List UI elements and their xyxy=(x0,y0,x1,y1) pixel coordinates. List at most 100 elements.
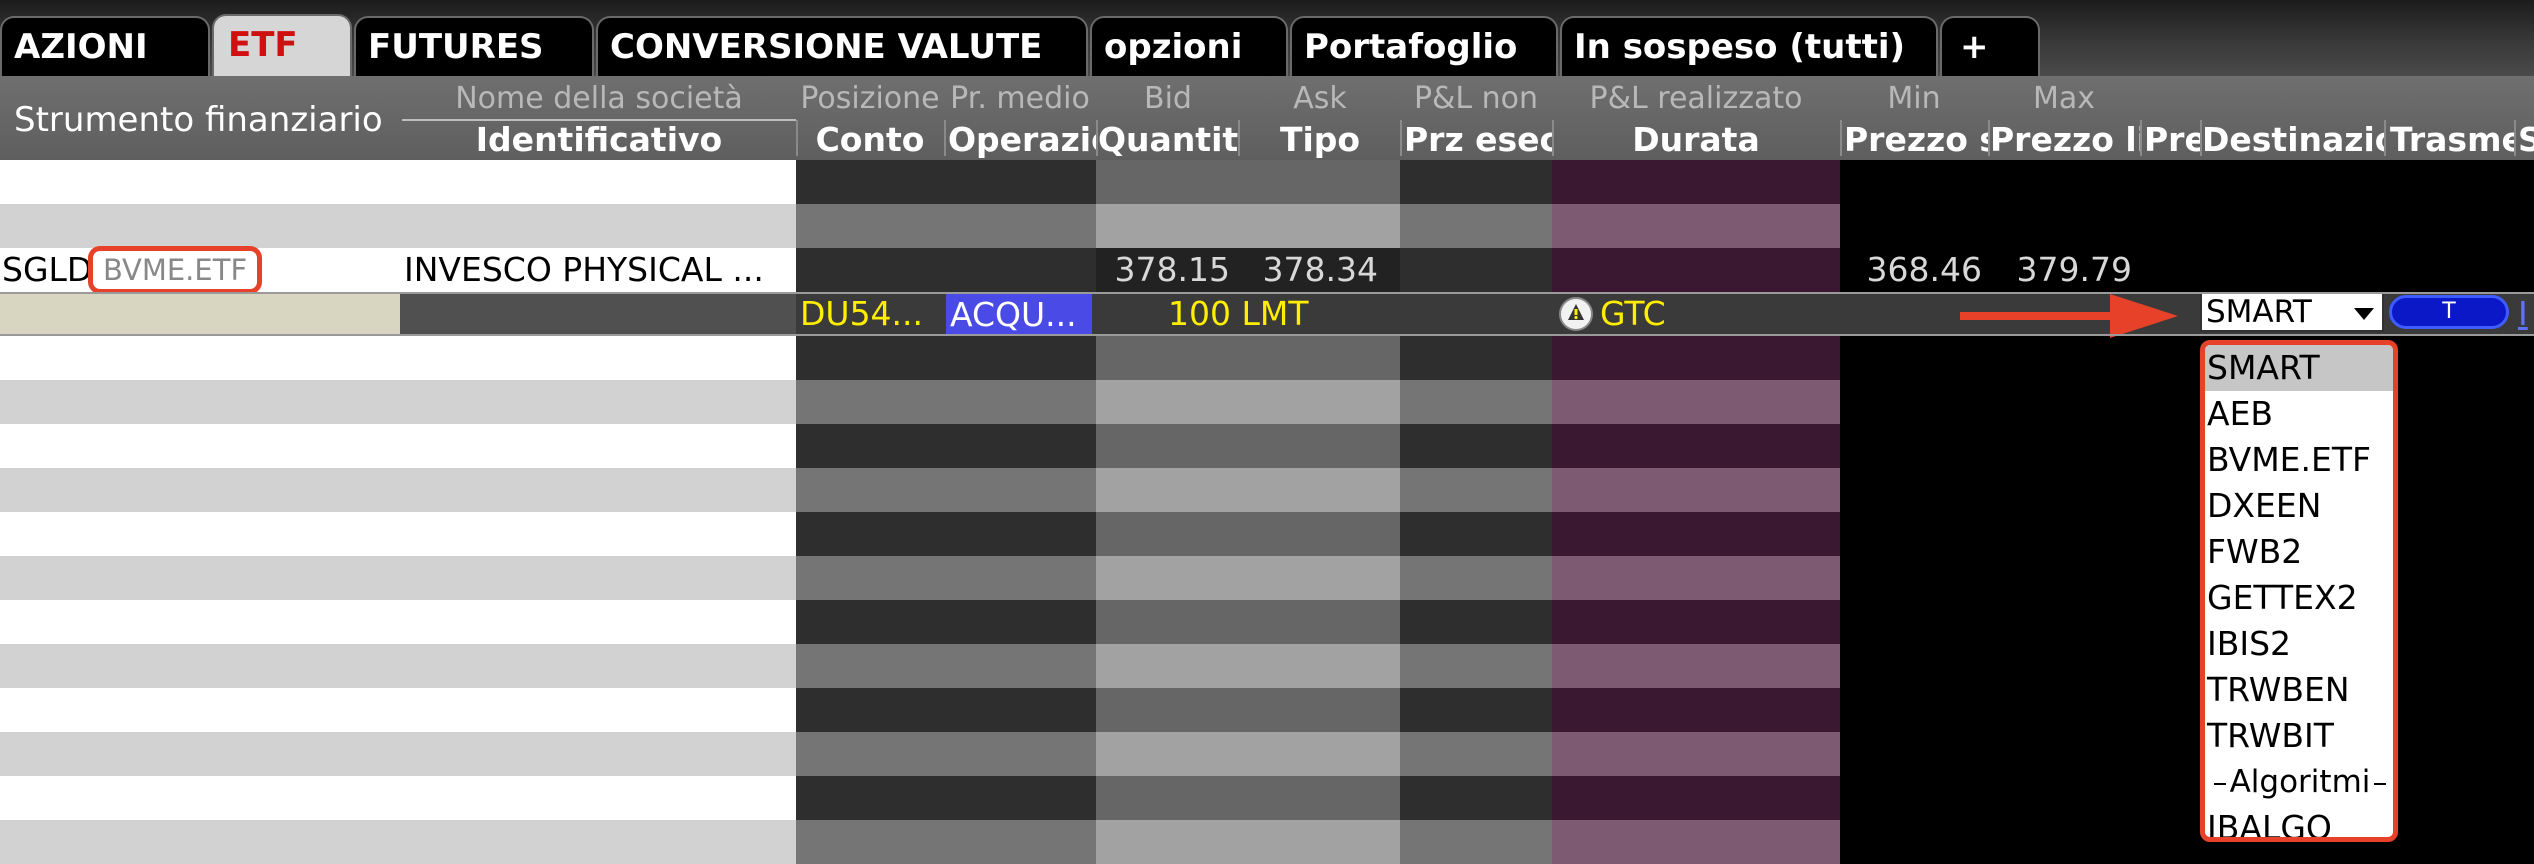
grid-cell[interactable] xyxy=(0,776,400,820)
table-row[interactable] xyxy=(0,424,2534,468)
grid-cell[interactable] xyxy=(1400,160,1552,204)
grid-cell[interactable] xyxy=(400,160,796,204)
grid-cell[interactable] xyxy=(1840,336,2534,380)
grid-cell[interactable] xyxy=(1096,424,1400,468)
table-row[interactable] xyxy=(0,336,2534,380)
grid-cell[interactable] xyxy=(1552,424,1840,468)
ask-value[interactable]: 378.34 xyxy=(1240,248,1380,292)
grid-cell[interactable] xyxy=(400,336,796,380)
header-s[interactable]: S xyxy=(2514,120,2534,160)
grid-cell[interactable] xyxy=(400,732,796,776)
dropdown-option-trwben[interactable]: TRWBEN xyxy=(2205,667,2393,713)
tab-portafoglio[interactable]: Portafoglio xyxy=(1290,16,1558,76)
grid-cell[interactable] xyxy=(1840,556,2534,600)
grid-cell[interactable] xyxy=(796,512,1096,556)
grid-cell[interactable] xyxy=(796,732,1096,776)
grid-cell[interactable] xyxy=(1400,512,1552,556)
header-unrealized-pnl[interactable]: P&L non xyxy=(1400,78,1552,120)
dropdown-option-dxeen[interactable]: DXEEN xyxy=(2205,483,2393,529)
grid-cell[interactable] xyxy=(400,204,796,248)
grid-cell[interactable] xyxy=(1552,600,1840,644)
header-ask[interactable]: Ask xyxy=(1240,78,1400,120)
grid-cell[interactable] xyxy=(0,644,400,688)
grid-cell[interactable] xyxy=(0,468,400,512)
dropdown-option-bvme-etf[interactable]: BVME.ETF xyxy=(2205,437,2393,483)
grid-cell[interactable] xyxy=(1840,820,2534,864)
table-row[interactable] xyxy=(0,732,2534,776)
grid-cell[interactable] xyxy=(1400,776,1552,820)
grid-cell[interactable] xyxy=(1552,512,1840,556)
grid-cell[interactable] xyxy=(796,424,1096,468)
header-realized-pnl[interactable]: P&L realizzato xyxy=(1552,78,1840,120)
header-stop-price[interactable]: Prezzo stop xyxy=(1840,120,1988,160)
grid-cell[interactable] xyxy=(0,204,400,248)
grid-cell[interactable] xyxy=(0,336,400,380)
grid-cell[interactable] xyxy=(1840,600,2534,644)
grid-cell[interactable] xyxy=(1400,688,1552,732)
header-min[interactable]: Min xyxy=(1840,78,1988,120)
grid-cell[interactable] xyxy=(1400,380,1552,424)
table-row[interactable] xyxy=(0,468,2534,512)
grid-cell[interactable] xyxy=(1096,512,1400,556)
table-row[interactable] xyxy=(0,160,2534,204)
table-row[interactable] xyxy=(0,688,2534,732)
chevron-down-icon[interactable] xyxy=(2354,308,2374,320)
grid-cell[interactable] xyxy=(400,820,796,864)
grid-cell[interactable] xyxy=(0,160,400,204)
grid-cell[interactable] xyxy=(1840,688,2534,732)
tab-futures[interactable]: FUTURES xyxy=(354,16,594,76)
grid-cell[interactable] xyxy=(1096,600,1400,644)
trailing-link[interactable]: I xyxy=(2518,292,2534,336)
header-company-name[interactable]: Nome della società xyxy=(402,78,796,120)
grid-cell[interactable] xyxy=(0,556,400,600)
grid-cell[interactable] xyxy=(1096,380,1400,424)
grid-cell[interactable] xyxy=(0,820,400,864)
grid-cell[interactable] xyxy=(1840,776,2534,820)
header-position[interactable]: Posizione xyxy=(796,78,944,120)
grid-cell[interactable] xyxy=(796,776,1096,820)
table-row[interactable] xyxy=(0,820,2534,864)
grid-cell[interactable] xyxy=(1840,204,2534,248)
grid-cell[interactable] xyxy=(1096,336,1400,380)
grid-cell[interactable] xyxy=(1096,204,1400,248)
grid-cell[interactable] xyxy=(400,380,796,424)
grid-cell[interactable] xyxy=(400,776,796,820)
dropdown-option-ibalgo[interactable]: IBALGO xyxy=(2205,805,2393,837)
exchange-tag[interactable]: BVME.ETF xyxy=(88,246,262,294)
header-account[interactable]: Conto xyxy=(796,120,944,160)
grid-cell[interactable] xyxy=(0,600,400,644)
grid-cell[interactable] xyxy=(400,644,796,688)
header-instrument[interactable]: Strumento finanziario xyxy=(0,96,400,144)
grid-cell[interactable] xyxy=(0,380,400,424)
grid-cell[interactable] xyxy=(796,468,1096,512)
grid-cell[interactable] xyxy=(1552,556,1840,600)
header-type[interactable]: Tipo xyxy=(1240,120,1400,160)
grid-cell[interactable] xyxy=(796,556,1096,600)
dropdown-option-fwb2[interactable]: FWB2 xyxy=(2205,529,2393,575)
destination-select[interactable]: SMART xyxy=(2200,292,2384,332)
grid-cell[interactable] xyxy=(1400,248,1552,292)
grid-cell[interactable] xyxy=(1552,204,1840,248)
grid-cell[interactable] xyxy=(1400,204,1552,248)
destination-dropdown[interactable]: SMART AEB BVME.ETF DXEEN FWB2 GETTEX2 IB… xyxy=(2200,340,2398,842)
header-prec[interactable]: Prec xyxy=(2140,120,2200,160)
grid-cell[interactable] xyxy=(1400,600,1552,644)
header-transmit[interactable]: Trasmetti xyxy=(2384,120,2514,160)
grid-cell[interactable] xyxy=(400,424,796,468)
order-duration[interactable]: GTC xyxy=(1600,292,1800,336)
tab-in-sospeso[interactable]: In sospeso (tutti) xyxy=(1560,16,1938,76)
table-row[interactable] xyxy=(0,512,2534,556)
grid-cell[interactable] xyxy=(1096,644,1400,688)
tab-opzioni[interactable]: opzioni xyxy=(1090,16,1288,76)
grid-cell[interactable] xyxy=(1552,644,1840,688)
grid-cell[interactable] xyxy=(1840,380,2534,424)
grid-cell[interactable] xyxy=(796,380,1096,424)
grid-cell[interactable] xyxy=(1096,468,1400,512)
dropdown-option-ibis2[interactable]: IBIS2 xyxy=(2205,621,2393,667)
tab-add[interactable]: + xyxy=(1940,16,2040,76)
grid-cell[interactable] xyxy=(1840,732,2534,776)
order-account[interactable]: DU54... xyxy=(800,292,944,336)
warning-bell-icon[interactable] xyxy=(1558,296,1594,332)
symbol-text[interactable]: SGLD xyxy=(2,248,92,292)
grid-cell[interactable] xyxy=(1840,644,2534,688)
